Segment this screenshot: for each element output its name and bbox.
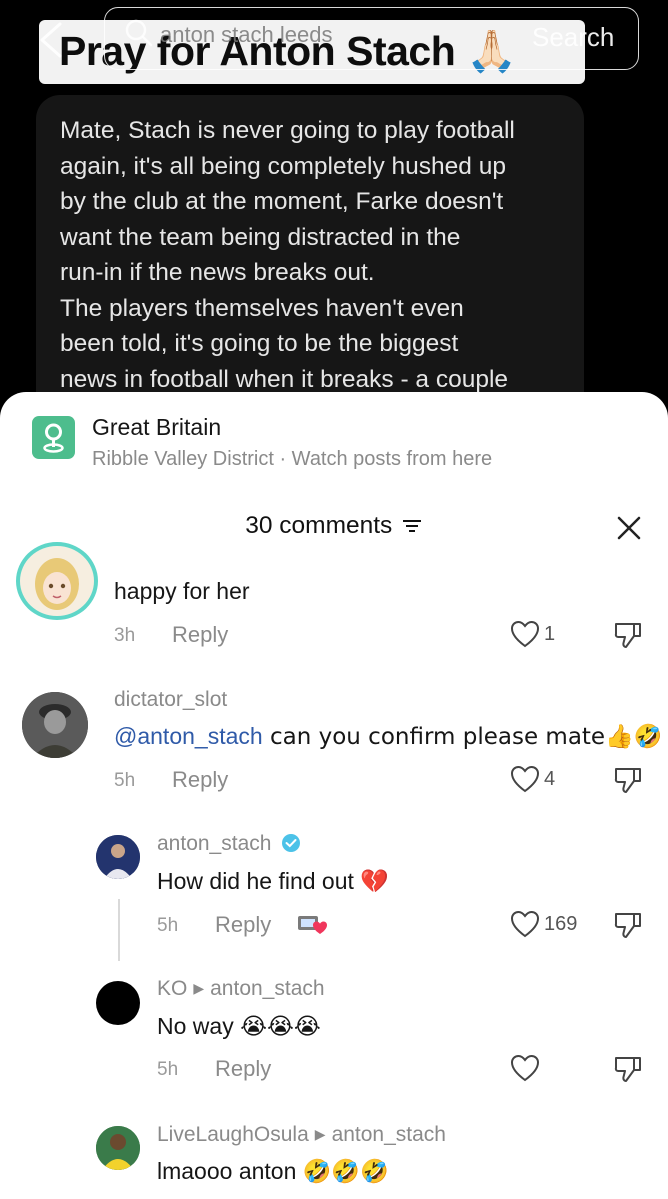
post-line: been told, it's going to be the biggest (60, 330, 459, 357)
reply-text: How did he find out 💔 (157, 868, 389, 894)
reply-text: lmaooo anton 🤣🤣🤣 (157, 1158, 389, 1184)
video-background[interactable]: Pray for Anton Stach 🙏🏻 Search Mate, Sta… (0, 0, 668, 420)
comment-username[interactable]: dictator_slot (114, 688, 227, 712)
like-count: 169 (544, 912, 578, 935)
reply-arrow-icon: ▶ (193, 980, 205, 996)
avatar[interactable] (16, 542, 98, 620)
post-line: by the club at the moment, Farke doesn't (60, 188, 504, 215)
avatar[interactable] (96, 1126, 140, 1170)
comments-count: 30 comments (245, 512, 393, 539)
reply-button[interactable]: Reply (215, 1056, 271, 1082)
post-text-card: Mate, Stach is never going to play footb… (36, 95, 584, 420)
reply-button[interactable]: Reply (172, 767, 228, 793)
reply-to-username[interactable]: anton_stach (332, 1123, 446, 1146)
dislike-icon[interactable] (612, 910, 644, 940)
reply-arrow-icon: ▶ (314, 1126, 326, 1142)
close-icon[interactable] (617, 516, 641, 540)
dislike-icon[interactable] (612, 765, 644, 795)
avatar[interactable] (96, 981, 140, 1025)
like-button[interactable]: 4 (510, 765, 555, 793)
dislike-icon[interactable] (612, 1054, 644, 1084)
reply-button[interactable]: Reply (215, 912, 271, 938)
comment-time: 3h (114, 625, 136, 646)
mention-link[interactable]: @anton_stach (114, 723, 263, 749)
location-row[interactable]: Great Britain Ribble Valley District · W… (32, 412, 632, 472)
reply-text: No way 😭😭😭 (157, 1013, 321, 1039)
reply-to-username[interactable]: anton_stach (210, 977, 324, 1000)
post-line: The players themselves haven't even (60, 294, 464, 322)
like-button[interactable]: 169 (510, 910, 577, 938)
avatar[interactable] (96, 835, 140, 879)
comment-time: 5h (114, 770, 136, 791)
like-button[interactable]: 1 (510, 620, 555, 648)
location-title: Great Britain (92, 414, 222, 440)
reply-username[interactable]: LiveLaughOsula ▶ anton_stach (157, 1123, 446, 1147)
sort-filter-icon[interactable] (401, 517, 423, 535)
like-count: 1 (544, 622, 556, 645)
comments-header: 30 comments (0, 512, 668, 552)
heart-icon (510, 1054, 540, 1082)
post-line: Mate, Stach is never going to play footb… (60, 117, 515, 144)
post-body: Mate, Stach is never going to play footb… (60, 113, 560, 397)
comments-sheet: Great Britain Ribble Valley District · W… (0, 392, 668, 1199)
comment-text: @anton_stach can you confirm please mate… (114, 723, 662, 750)
reply-username[interactable]: KO ▶ anton_stach (157, 977, 325, 1001)
avatar[interactable] (22, 692, 88, 758)
reply-username-text: KO (157, 977, 188, 1000)
creator-liked-icon (298, 916, 327, 934)
heart-icon (510, 910, 540, 938)
reply-time: 5h (157, 1059, 179, 1080)
reply-button[interactable]: Reply (172, 622, 228, 648)
post-line: want the team being distracted in the (60, 223, 461, 251)
search-button[interactable]: Search (532, 22, 614, 53)
post-line: run-in if the news breaks out. (60, 259, 375, 286)
dislike-icon[interactable] (612, 620, 644, 650)
like-button[interactable] (510, 1054, 540, 1082)
reply-username-text: anton_stach (157, 832, 272, 855)
heart-icon (510, 765, 540, 793)
post-line: again, it's all being completely hushed … (60, 152, 506, 180)
reply-username[interactable]: anton_stach (157, 832, 301, 856)
search-input[interactable] (160, 22, 410, 48)
comment-text: happy for her (114, 578, 250, 604)
like-count: 4 (544, 767, 556, 790)
heart-icon (510, 620, 540, 648)
thread-line (118, 899, 120, 961)
location-subtitle[interactable]: Ribble Valley District · Watch posts fro… (92, 448, 492, 471)
back-arrow-icon[interactable] (34, 20, 68, 60)
reply-time: 5h (157, 915, 179, 936)
location-pin-icon (32, 416, 75, 459)
reply-username-text: LiveLaughOsula (157, 1123, 309, 1146)
verified-badge-icon (282, 834, 301, 852)
search-icon (125, 19, 153, 47)
comment-text-body: can you confirm please mate👍🤣 (262, 724, 663, 750)
